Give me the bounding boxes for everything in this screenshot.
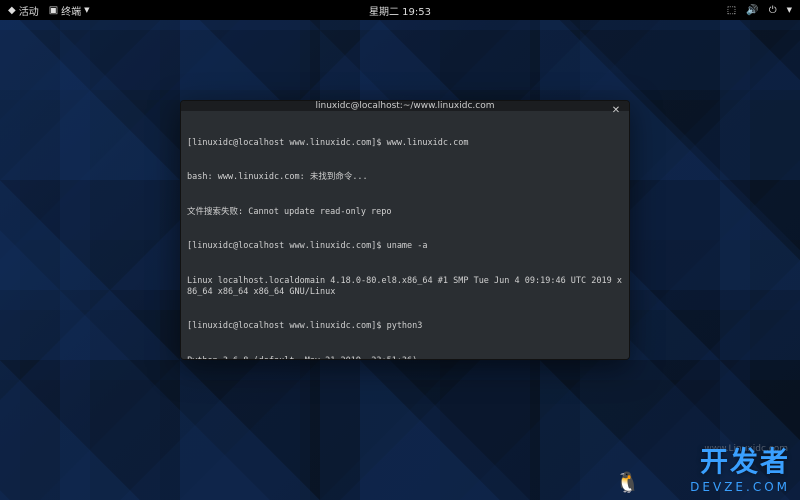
terminal-line: Linux localhost.localdomain 4.18.0-80.el… xyxy=(187,276,623,299)
terminal-line: 文件搜索失败: Cannot update read-only repo xyxy=(187,207,623,218)
window-titlebar[interactable]: linuxidc@localhost:~/www.linuxidc.com ✕ xyxy=(181,101,629,111)
terminal-output[interactable]: [linuxidc@localhost www.linuxidc.com]$ w… xyxy=(181,111,629,360)
terminal-line: [linuxidc@localhost www.linuxidc.com]$ w… xyxy=(187,138,623,149)
close-icon: ✕ xyxy=(612,105,620,116)
activities-button[interactable]: ◆ 活动 xyxy=(8,3,39,18)
terminal-app-menu[interactable]: ▣ 终端 ▼ xyxy=(49,3,90,18)
gnome-topbar: ◆ 活动 ▣ 终端 ▼ 星期二 19:53 ⬚ 🔊 ⏻ ▼ xyxy=(0,0,800,20)
terminal-line: [linuxidc@localhost www.linuxidc.com]$ u… xyxy=(187,241,623,252)
terminal-window[interactable]: linuxidc@localhost:~/www.linuxidc.com ✕ … xyxy=(180,100,630,360)
terminal-icon: ▣ xyxy=(49,5,58,16)
network-icon[interactable]: ⬚ xyxy=(727,5,736,16)
window-title: linuxidc@localhost:~/www.linuxidc.com xyxy=(316,101,495,111)
volume-icon[interactable]: 🔊 xyxy=(746,5,758,16)
system-menu-chevron-icon[interactable]: ▼ xyxy=(787,6,792,14)
activities-label: 活动 xyxy=(19,3,39,18)
terminal-line: bash: www.linuxidc.com: 未找到命令... xyxy=(187,172,623,183)
activities-dot-icon: ◆ xyxy=(8,5,16,16)
terminal-line: [linuxidc@localhost www.linuxidc.com]$ p… xyxy=(187,321,623,332)
window-close-button[interactable]: ✕ xyxy=(609,103,623,117)
power-icon[interactable]: ⏻ xyxy=(769,5,777,16)
chevron-down-icon: ▼ xyxy=(84,6,89,14)
terminal-line: Python 3.6.8 (default, May 21 2019, 23:5… xyxy=(187,356,623,360)
clock-label[interactable]: 星期二 19:53 xyxy=(369,7,431,18)
terminal-menu-label: 终端 xyxy=(61,3,81,18)
